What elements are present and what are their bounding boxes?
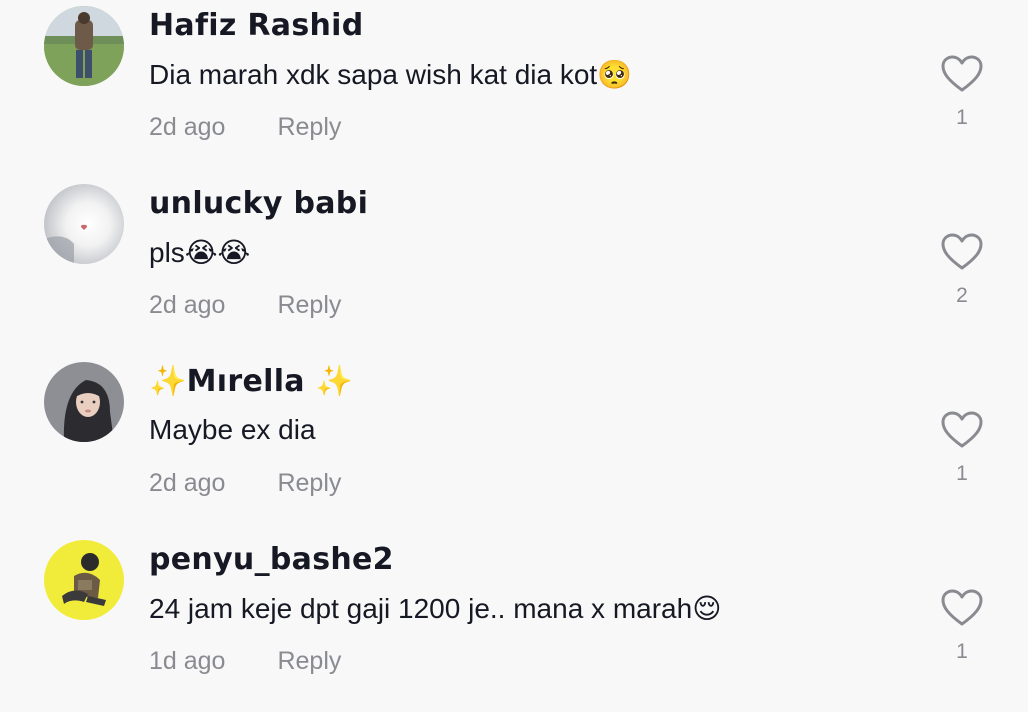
comment-timestamp: 2d ago <box>149 469 226 497</box>
comment-body: 24 jam keje dpt gaji 1200 je.. mana x ma… <box>149 593 693 624</box>
comment-timestamp: 1d ago <box>149 647 226 675</box>
comment-username[interactable]: unlucky babi <box>149 186 368 221</box>
comment-timestamp: 2d ago <box>149 113 226 141</box>
comment-text: pls😭😭 <box>149 236 250 269</box>
comment-username[interactable]: penyu_bashe2 <box>149 542 394 577</box>
sparkles-icon: ✨ <box>149 364 187 399</box>
comment-meta: 2d ago Reply <box>149 113 341 142</box>
like-count: 1 <box>956 640 968 663</box>
comment-meta: 1d ago Reply <box>149 647 341 676</box>
comment-username[interactable]: ✨Mırella ✨ <box>149 364 353 399</box>
comment-text: Dia marah xdk sapa wish kat dia kot🥺 <box>149 58 632 91</box>
avatar-photo <box>44 184 124 264</box>
comment-item: ✨Mırella ✨ Maybe ex dia 2d ago Reply 1 <box>0 356 1028 534</box>
heart-outline-icon <box>941 233 983 270</box>
like-button[interactable] <box>940 54 984 94</box>
comment-item: penyu_bashe2 24 jam keje dpt gaji 1200 j… <box>0 534 1028 712</box>
avatar-photo <box>44 6 124 86</box>
reply-button[interactable]: Reply <box>277 647 341 675</box>
heart-outline-icon <box>941 589 983 626</box>
comment-body: Maybe ex dia <box>149 414 316 445</box>
avatar[interactable] <box>44 6 124 86</box>
heart-outline-icon <box>941 411 983 448</box>
comment-body: Dia marah xdk sapa wish kat dia kot <box>149 59 598 90</box>
comment-body: pls <box>149 237 185 268</box>
comment-timestamp: 2d ago <box>149 291 226 319</box>
like-count: 1 <box>956 462 968 485</box>
like-count: 2 <box>956 284 968 307</box>
comment-meta: 2d ago Reply <box>149 291 341 320</box>
sparkles-icon: ✨ <box>315 364 354 399</box>
like-button[interactable] <box>940 588 984 628</box>
comment-item: Hafiz Rashid Dia marah xdk sapa wish kat… <box>0 0 1028 178</box>
comment-text: 24 jam keje dpt gaji 1200 je.. mana x ma… <box>149 592 721 625</box>
comment-emoji: 😭😭 <box>184 236 251 269</box>
comment-item: unlucky babi pls😭😭 2d ago Reply 2 <box>0 178 1028 356</box>
comment-emoji: 🥺 <box>597 58 633 91</box>
comment-emoji: 😌 <box>692 592 722 625</box>
username-text: Mırella <box>186 364 305 399</box>
like-button[interactable] <box>940 410 984 450</box>
comment-username[interactable]: Hafiz Rashid <box>149 8 364 43</box>
avatar[interactable] <box>44 540 124 620</box>
avatar[interactable] <box>44 362 124 442</box>
avatar-photo <box>44 540 124 620</box>
reply-button[interactable]: Reply <box>277 291 341 319</box>
reply-button[interactable]: Reply <box>277 113 341 141</box>
like-button[interactable] <box>940 232 984 272</box>
reply-button[interactable]: Reply <box>277 469 341 497</box>
like-count: 1 <box>956 106 968 129</box>
comment-text: Maybe ex dia <box>149 414 316 446</box>
comment-meta: 2d ago Reply <box>149 469 341 498</box>
heart-outline-icon <box>941 55 983 92</box>
avatar[interactable] <box>44 184 124 264</box>
avatar-photo <box>44 362 124 442</box>
